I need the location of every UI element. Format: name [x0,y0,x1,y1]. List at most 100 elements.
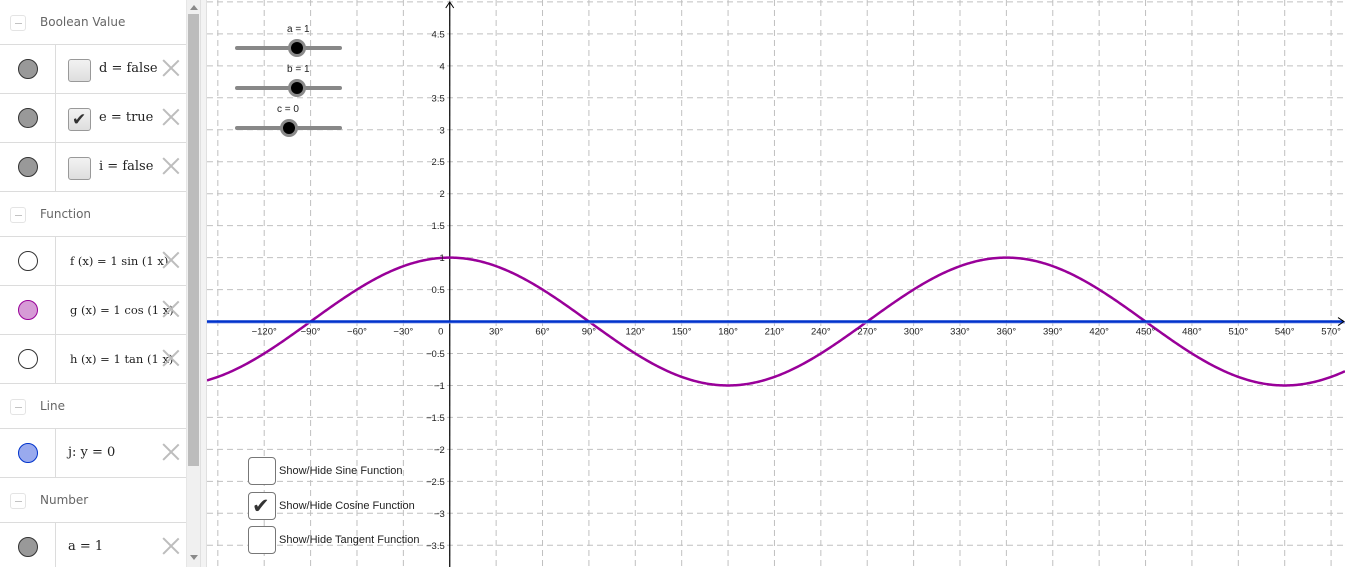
algebra-item-h[interactable]: h (x) = 1 tan (1 x) [0,335,186,384]
y-tick-label: 1 [439,253,444,264]
slider-a[interactable] [235,39,342,57]
boolean-checkbox-i[interactable] [68,157,91,180]
visibility-marble-icon[interactable] [18,59,38,79]
collapse-icon[interactable] [10,15,26,31]
y-tick-label: 2.5 [432,157,445,168]
delete-icon[interactable] [162,108,180,126]
tick-labels: −120° −90° −60° −30° 0 30° 60° 90° 120° 150° 180° 2… [252,29,1341,551]
x-tick-label: 540° [1275,327,1295,338]
y-tick-label: −0.5 [426,349,445,360]
x-tick-label: −60° [347,327,367,338]
group-title: Function [40,207,92,221]
checkbox-cosine[interactable]: ✔ [248,492,276,520]
algebra-item-e[interactable]: ✔ e = true [0,94,186,143]
boolean-checkbox-d[interactable] [68,59,91,82]
checkbox-sine[interactable] [248,457,276,485]
y-tick-label: −1 [434,381,445,392]
algebra-item-d[interactable]: d = false [0,45,186,94]
checkbox-sine-label[interactable]: Show/Hide Sine Function [279,465,403,477]
curves [207,256,1345,387]
grid [207,0,1345,567]
item-definition[interactable]: d = false [99,45,158,93]
slider-b[interactable] [235,79,342,97]
x-tick-label: −120° [252,327,277,338]
item-definition[interactable]: f (x) = 1 sin (1 x) [70,237,168,285]
x-tick-label: 60° [535,327,550,338]
visibility-marble-icon[interactable] [18,251,38,271]
algebra-item-f[interactable]: f (x) = 1 sin (1 x) [0,237,186,286]
slider-c[interactable] [235,119,342,137]
x-tick-label: 90° [582,327,597,338]
view-divider[interactable] [200,0,207,567]
item-definition[interactable]: a = 1 [68,523,103,567]
x-tick-label: 450° [1136,327,1156,338]
x-tick-label: 300° [904,327,924,338]
scroll-up-arrow-icon[interactable] [190,5,198,10]
y-tick-label: −1.5 [426,413,445,424]
axes [445,1,455,567]
delete-icon[interactable] [162,349,180,367]
delete-icon[interactable] [162,537,180,555]
visibility-marble-icon[interactable] [18,349,38,369]
boolean-checkbox-e[interactable]: ✔ [68,108,91,131]
x-tick-label: −90° [301,327,321,338]
checkbox-cosine-label[interactable]: Show/Hide Cosine Function [279,500,415,512]
algebra-item-i[interactable]: i = false [0,143,186,192]
checkbox-tangent[interactable] [248,526,276,554]
graphics-view[interactable]: −120° −90° −60° −30° 0 30° 60° 90° 120° 150° 180° 2… [207,0,1345,567]
x-tick-label: 270° [857,327,877,338]
x-tick-label: 150° [672,327,692,338]
algebra-scrollbar[interactable] [186,0,200,567]
item-definition[interactable]: h (x) = 1 tan (1 x) [70,335,173,383]
algebra-item-g[interactable]: g (x) = 1 cos (1 x) [0,286,186,335]
collapse-icon[interactable] [10,207,26,223]
item-definition[interactable]: e = true [99,94,153,142]
group-header-line[interactable]: Line [0,384,186,429]
x-tick-label: 180° [718,327,738,338]
group-title: Number [40,493,89,507]
visibility-marble-icon[interactable] [18,157,38,177]
item-definition[interactable]: i = false [99,143,153,191]
slider-knob[interactable] [288,39,306,57]
x-tick-label: 330° [950,327,970,338]
x-tick-label: 120° [625,327,645,338]
y-tick-label: 4 [439,61,444,72]
slider-label-a: a = 1 [287,24,310,35]
checkbox-tangent-label[interactable]: Show/Hide Tangent Function [279,534,419,546]
visibility-marble-icon[interactable] [18,537,38,557]
item-definition[interactable]: j: y = 0 [68,429,115,477]
group-header-function[interactable]: Function [0,192,186,237]
visibility-marble-icon[interactable] [18,443,38,463]
delete-icon[interactable] [162,300,180,318]
visibility-marble-icon[interactable] [18,108,38,128]
delete-icon[interactable] [162,251,180,269]
slider-knob[interactable] [280,119,298,137]
group-header-number[interactable]: Number [0,478,186,523]
visibility-marble-icon[interactable] [18,300,38,320]
slider-knob[interactable] [288,79,306,97]
delete-icon[interactable] [162,157,180,175]
group-header-boolean[interactable]: Boolean Value [0,0,186,45]
algebra-item-a[interactable]: a = 1 [0,523,186,567]
checkmark-icon: ✔ [72,110,87,130]
algebra-item-j[interactable]: j: y = 0 [0,429,186,478]
item-definition[interactable]: g (x) = 1 cos (1 x) [70,286,174,334]
x-tick-label: 480° [1182,327,1202,338]
delete-icon[interactable] [162,59,180,77]
x-tick-label: 510° [1228,327,1248,338]
graph-canvas[interactable]: −120° −90° −60° −30° 0 30° 60° 90° 120° 150° 180° 2… [207,0,1345,567]
scroll-down-arrow-icon[interactable] [190,555,198,560]
algebra-view: Boolean Value d = false ✔ e = true i = f… [0,0,186,567]
x-tick-label: 210° [765,327,785,338]
collapse-icon[interactable] [10,399,26,415]
x-tick-label: 390° [1043,327,1063,338]
y-tick-label: −3.5 [426,541,445,552]
x-tick-label: 30° [489,327,504,338]
delete-icon[interactable] [162,443,180,461]
scroll-thumb[interactable] [188,14,199,466]
y-tick-label: 0.5 [432,285,445,296]
y-tick-label: 2 [439,189,444,200]
collapse-icon[interactable] [10,493,26,509]
y-tick-label: 3 [439,125,444,136]
geogebra-app: Boolean Value d = false ✔ e = true i = f… [0,0,1345,567]
